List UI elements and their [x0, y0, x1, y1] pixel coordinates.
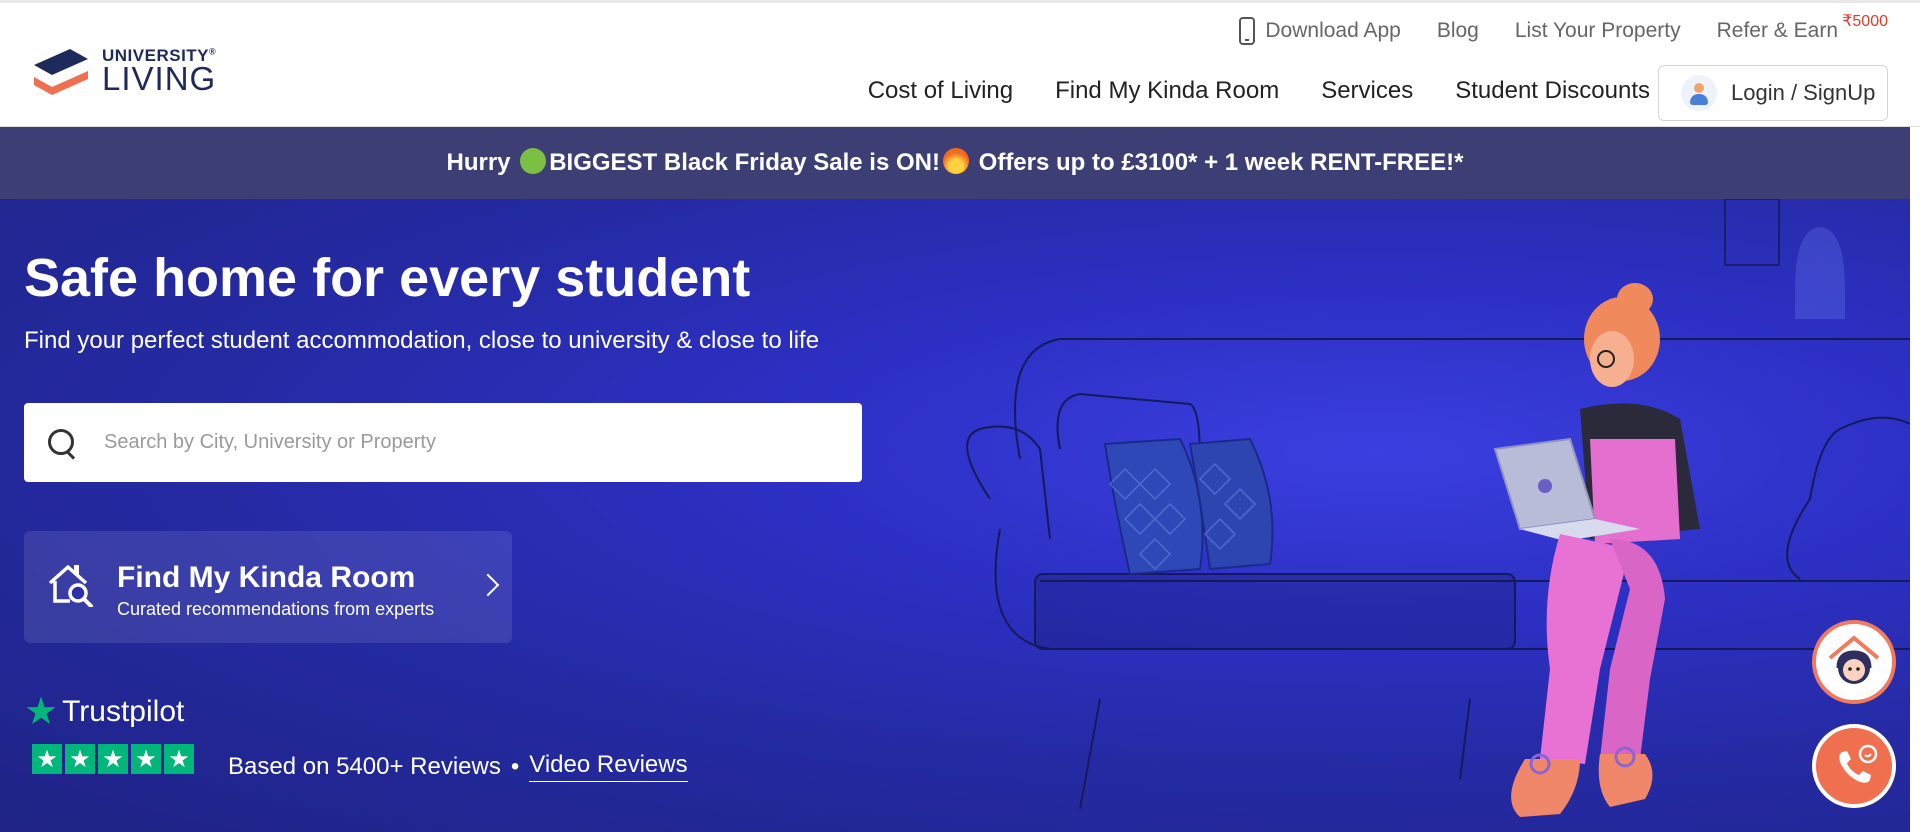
trustpilot-rating-stars: ★ ★ ★ ★ ★ — [32, 744, 194, 774]
nav-student-discounts[interactable]: Student Discounts — [1455, 77, 1650, 105]
reviews-row: Based on 5400+ Reviews • Video Reviews — [228, 751, 688, 782]
hero-title: Safe home for every student — [24, 248, 751, 308]
sale-banner[interactable]: Hurry BIGGEST Black Friday Sale is ON! O… — [0, 127, 1910, 199]
refer-badge: ₹5000 — [1842, 13, 1888, 30]
house-search-icon — [48, 565, 93, 607]
logo-text: UNIVERSITY® LIVING — [102, 47, 216, 95]
main-nav: Cost of Living Find My Kinda Room Servic… — [826, 77, 1650, 105]
hero-illustration — [966, 199, 1910, 817]
logo-line2: LIVING — [102, 60, 217, 97]
logo-mark-icon — [30, 43, 98, 99]
money-face-emoji-icon — [520, 148, 547, 174]
student-character — [1493, 283, 1700, 817]
fmkr-title: Find My Kinda Room — [117, 561, 416, 594]
phone-call-icon — [1839, 744, 1878, 783]
download-app-link[interactable]: Download App — [1239, 17, 1401, 45]
nav-find-my-kinda-room[interactable]: Find My Kinda Room — [1055, 77, 1279, 105]
trustpilot-star-icon: ★ — [24, 691, 59, 733]
rating-star-icon: ★ — [164, 744, 194, 774]
nav-services[interactable]: Services — [1321, 77, 1413, 105]
search-icon — [48, 428, 76, 457]
chatbot-button[interactable] — [1812, 620, 1896, 704]
nav-cost-of-living[interactable]: Cost of Living — [868, 77, 1013, 105]
fire-emoji-icon — [942, 148, 969, 174]
logo[interactable]: UNIVERSITY® LIVING — [30, 43, 216, 99]
trustpilot-logo[interactable]: ★ Trustpilot — [24, 693, 184, 731]
banner-text-2: BIGGEST Black Friday Sale is ON! — [549, 149, 940, 176]
rating-star-icon: ★ — [65, 744, 95, 774]
rating-star-icon: ★ — [131, 744, 161, 774]
video-reviews-link[interactable]: Video Reviews — [529, 751, 688, 782]
hero-subtitle: Find your perfect student accommodation,… — [24, 327, 820, 354]
reviews-count: Based on 5400+ Reviews — [228, 752, 501, 780]
logo-reg: ® — [209, 46, 217, 57]
trustpilot-brand: Trustpilot — [62, 695, 185, 728]
rating-star-icon: ★ — [32, 744, 62, 774]
chatbot-icon — [1828, 635, 1880, 684]
search-box[interactable] — [24, 403, 862, 482]
rating-star-icon: ★ — [98, 744, 128, 774]
blog-link[interactable]: Blog — [1437, 19, 1479, 43]
refer-earn-link[interactable]: Refer & Earn — [1717, 19, 1838, 43]
phone-call-button[interactable] — [1812, 724, 1896, 808]
reviews-separator: • — [510, 752, 520, 780]
download-app-label: Download App — [1265, 19, 1401, 42]
site-header: UNIVERSITY® LIVING Download App Blog Lis… — [0, 0, 1920, 127]
list-property-link[interactable]: List Your Property — [1515, 19, 1681, 43]
banner-text-3: Offers up to £3100* + 1 week RENT-FREE!* — [971, 149, 1464, 176]
phone-icon — [1239, 17, 1256, 45]
banner-text-1: Hurry — [446, 149, 518, 176]
find-my-kinda-room-card[interactable]: Find My Kinda Room Curated recommendatio… — [24, 531, 512, 643]
chevron-right-icon — [476, 573, 500, 597]
fmkr-subtitle: Curated recommendations from experts — [117, 599, 435, 619]
user-icon — [1681, 75, 1717, 111]
search-input[interactable] — [104, 431, 824, 454]
login-signup-button[interactable]: Login / SignUp — [1658, 65, 1888, 121]
login-label: Login / SignUp — [1731, 80, 1876, 105]
top-links: Download App Blog List Your Property Ref… — [1203, 17, 1838, 45]
hero-section: Safe home for every student Find your pe… — [0, 199, 1910, 832]
